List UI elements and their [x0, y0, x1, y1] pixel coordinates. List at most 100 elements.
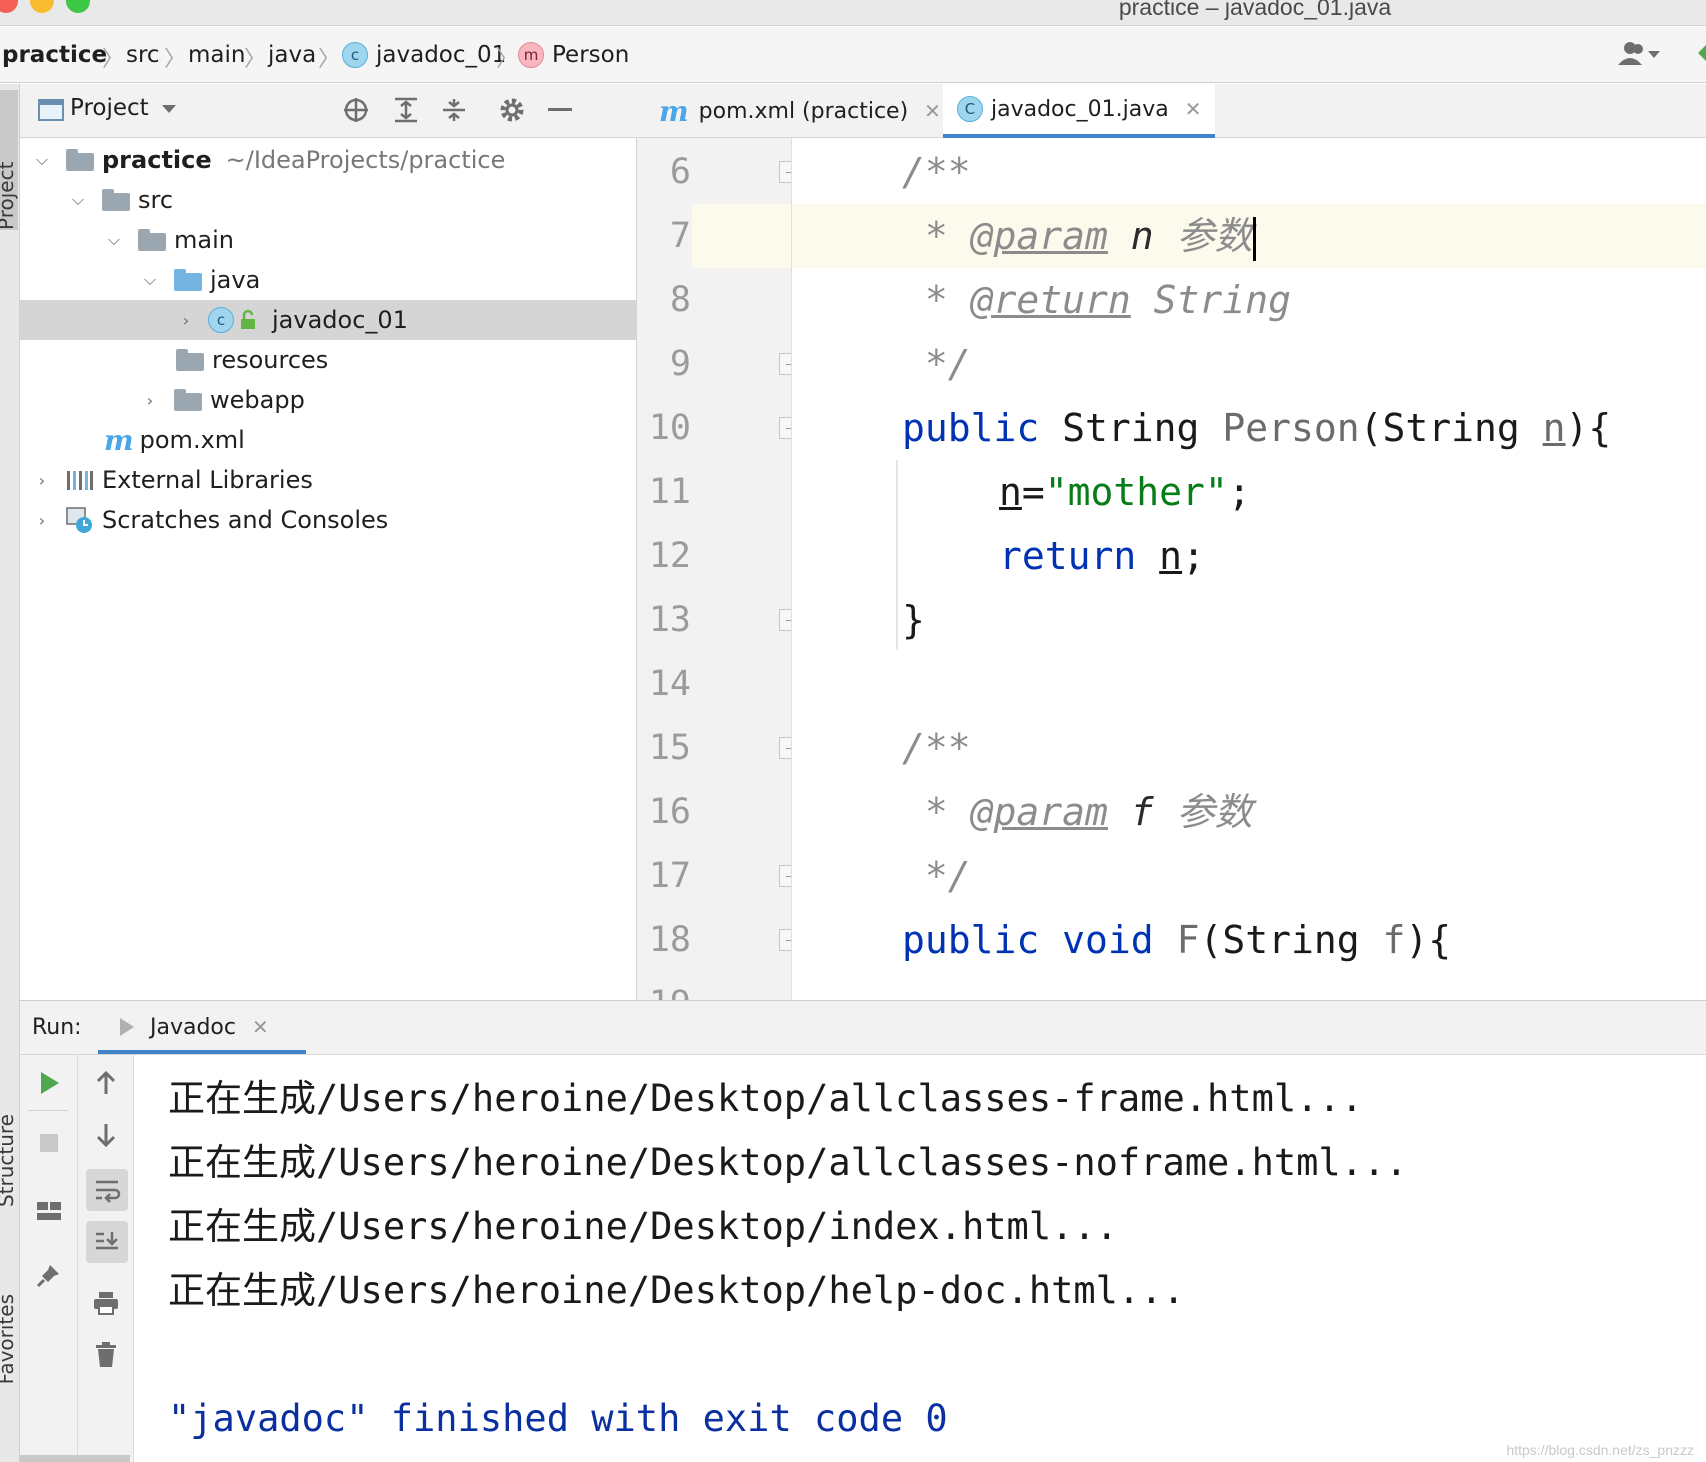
code-token: (String	[1199, 918, 1383, 962]
favorites-stripe-button[interactable]: Favorites	[0, 1294, 18, 1384]
code-token: f	[1382, 918, 1406, 962]
breadcrumb-practice[interactable]: practice	[2, 39, 107, 71]
editor-tab-bar: m pom.xml (practice) ✕ C javadoc_01.java…	[637, 84, 1706, 138]
tree-item-src[interactable]: ⌵ src	[20, 180, 637, 220]
console-line: 正在生成/Users/heroine/Desktop/allclasses-fr…	[168, 1077, 1363, 1120]
code-token: n	[1542, 406, 1566, 450]
code-editor[interactable]: /** * @param n 参数 * @return String */ pu…	[792, 138, 1706, 1000]
code-token: public	[902, 406, 1040, 450]
project-view-selector[interactable]: Project	[70, 95, 149, 121]
code-token: ;	[1182, 534, 1205, 578]
fold-marker-icon[interactable]	[779, 417, 791, 439]
maven-icon: m	[104, 423, 134, 457]
tree-item-pom-xml[interactable]: m pom.xml	[20, 420, 637, 460]
project-stripe-button[interactable]: Project	[0, 90, 18, 230]
fold-marker-icon[interactable]	[779, 865, 791, 887]
chevron-right-icon: 〉	[496, 47, 519, 72]
print-icon[interactable]	[86, 1283, 126, 1323]
fold-marker-icon[interactable]	[779, 353, 791, 375]
arrow-down-icon[interactable]	[86, 1115, 126, 1155]
code-token: 参数	[1176, 790, 1253, 834]
current-line-gutter	[692, 204, 791, 268]
tree-item-webapp[interactable]: › webapp	[20, 380, 637, 420]
horizontal-scrollbar[interactable]	[20, 1455, 130, 1462]
stop-icon[interactable]	[29, 1123, 69, 1163]
tree-item-java[interactable]: ⌵ java	[20, 260, 637, 300]
build-arrow-icon[interactable]	[1696, 41, 1706, 65]
folder-icon	[102, 189, 130, 211]
chevron-down-icon[interactable]: ⌵	[68, 190, 88, 210]
close-icon[interactable]: ✕	[252, 1015, 269, 1039]
close-icon[interactable]: ✕	[924, 99, 941, 123]
tree-item-main[interactable]: ⌵ main	[20, 220, 637, 260]
gear-icon[interactable]	[498, 96, 526, 124]
fold-marker-icon[interactable]	[779, 609, 791, 631]
method-icon: m	[518, 42, 544, 68]
rerun-icon[interactable]	[29, 1063, 69, 1103]
close-icon[interactable]: ✕	[1185, 97, 1202, 121]
editor-gutter: 6 7 8 9 10 11 12 13 14 15 16 17 18 19	[637, 138, 792, 1000]
lock-icon	[238, 309, 260, 331]
breadcrumb-person[interactable]: m Person	[518, 39, 629, 71]
run-panel-label: Run:	[32, 1015, 82, 1040]
line-number: 12	[648, 536, 691, 576]
run-console-output[interactable]: 正在生成/Users/heroine/Desktop/allclasses-fr…	[134, 1055, 1706, 1455]
console-line: 正在生成/Users/heroine/Desktop/index.html...	[168, 1205, 1118, 1248]
trash-icon[interactable]	[86, 1335, 126, 1375]
resources-folder-icon	[176, 349, 204, 371]
tree-item-javadoc-01[interactable]: › c javadoc_01	[20, 300, 637, 340]
locate-file-icon[interactable]	[342, 96, 370, 124]
pin-icon[interactable]	[29, 1255, 69, 1295]
run-toolbar-secondary	[78, 1055, 134, 1462]
tree-item-external-libraries[interactable]: › External Libraries	[20, 460, 637, 500]
tree-item-scratches[interactable]: › Scratches and Consoles	[20, 500, 637, 540]
code-token: String	[1130, 278, 1291, 322]
chevron-down-icon[interactable]: ⌵	[32, 150, 52, 170]
code-line-9: */	[902, 332, 1706, 396]
tab-pom-xml[interactable]: m pom.xml (practice) ✕	[645, 84, 955, 138]
breadcrumb-javadoc-01[interactable]: c javadoc_01	[342, 39, 506, 71]
tree-item-label: webapp	[210, 386, 305, 414]
code-token: *	[902, 790, 971, 834]
fold-marker-icon[interactable]	[779, 737, 791, 759]
soft-wrap-icon[interactable]	[86, 1169, 128, 1211]
chevron-right-icon: 〉	[102, 47, 125, 72]
chevron-right-icon[interactable]: ›	[140, 391, 160, 410]
breadcrumb-src[interactable]: src	[126, 39, 160, 71]
breadcrumb-main[interactable]: main	[188, 39, 245, 71]
code-line-12: return n;	[999, 524, 1706, 588]
chevron-right-icon[interactable]: ›	[32, 471, 52, 490]
code-line-6: /**	[902, 140, 1706, 204]
chevron-right-icon[interactable]: ›	[176, 311, 196, 330]
chevron-down-icon[interactable]	[160, 98, 178, 118]
tab-javadoc-01-java[interactable]: C javadoc_01.java ✕	[943, 84, 1216, 138]
code-token: n	[1107, 214, 1177, 258]
tab-javadoc-run[interactable]: Javadoc ✕	[98, 1001, 306, 1054]
breadcrumb-java[interactable]: java	[268, 39, 316, 71]
arrow-up-icon[interactable]	[86, 1063, 126, 1103]
class-icon: C	[957, 96, 983, 122]
fold-marker-icon[interactable]	[779, 929, 791, 951]
code-line-10: public String Person(String n){	[902, 396, 1706, 460]
chevron-down-icon[interactable]: ⌵	[140, 270, 160, 290]
code-token: F	[1176, 918, 1200, 962]
structure-stripe-button[interactable]: Structure	[0, 1114, 18, 1207]
scroll-to-end-icon[interactable]	[86, 1221, 128, 1263]
project-view-icon	[38, 98, 64, 122]
code-token: @param	[970, 790, 1108, 834]
tree-item-label: resources	[212, 346, 329, 374]
run-config-icon	[118, 1017, 136, 1037]
tree-item-practice[interactable]: ⌵ practice ~/IdeaProjects/practice	[20, 140, 637, 180]
fold-marker-icon[interactable]	[779, 161, 791, 183]
tree-item-resources[interactable]: resources	[20, 340, 637, 380]
chevron-down-icon[interactable]: ⌵	[104, 230, 124, 250]
collapse-all-icon[interactable]	[440, 96, 468, 124]
code-token: return	[999, 534, 1137, 578]
chevron-right-icon[interactable]: ›	[32, 511, 52, 530]
user-account-icon[interactable]	[1616, 39, 1666, 69]
layout-icon[interactable]	[29, 1191, 69, 1231]
hide-panel-icon[interactable]	[548, 108, 572, 111]
expand-all-icon[interactable]	[392, 96, 420, 124]
